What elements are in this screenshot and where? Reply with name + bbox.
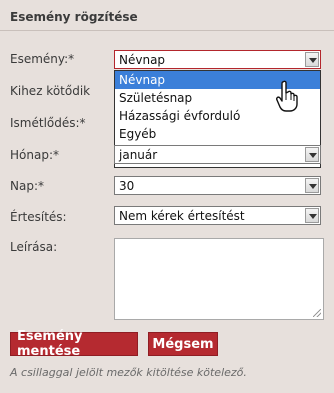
header-divider	[0, 30, 334, 31]
chevron-down-icon[interactable]	[305, 178, 319, 193]
recurrence-label: Ismétlődés:*	[10, 116, 86, 130]
event-select-value: Névnap	[119, 53, 166, 67]
day-select-value: 30	[119, 179, 135, 193]
month-select[interactable]: január	[114, 145, 321, 164]
day-label: Nap:*	[10, 179, 44, 193]
notification-select-value: Nem kérek értesítést	[119, 209, 245, 223]
resize-grip-icon[interactable]	[313, 309, 321, 317]
form-header: Esemény rögzítése	[0, 0, 334, 31]
chevron-down-icon[interactable]	[305, 208, 319, 223]
event-select[interactable]: Névnap	[114, 50, 321, 69]
month-select-value: január	[119, 148, 158, 162]
required-fields-note: A csillaggal jelölt mezők kitöltése köte…	[10, 366, 247, 379]
hand-cursor-icon	[276, 80, 298, 112]
notification-select[interactable]: Nem kérek értesítést	[114, 206, 321, 225]
dropdown-option-egyeb[interactable]: Egyéb	[115, 125, 320, 143]
notification-label: Értesítés:	[10, 210, 67, 224]
event-label: Esemény:*	[10, 52, 75, 66]
month-label: Hónap:*	[10, 148, 59, 162]
description-label: Leírása:	[10, 240, 58, 254]
description-textarea[interactable]	[114, 238, 324, 320]
cancel-button[interactable]: Mégsem	[148, 332, 218, 356]
chevron-down-icon[interactable]	[305, 52, 319, 67]
page-title: Esemény rögzítése	[10, 10, 138, 24]
day-select[interactable]: 30	[114, 176, 321, 195]
save-event-button[interactable]: Esemény mentése	[10, 329, 138, 359]
related-label: Kihez kötődik	[10, 84, 91, 98]
chevron-down-icon[interactable]	[305, 147, 319, 162]
